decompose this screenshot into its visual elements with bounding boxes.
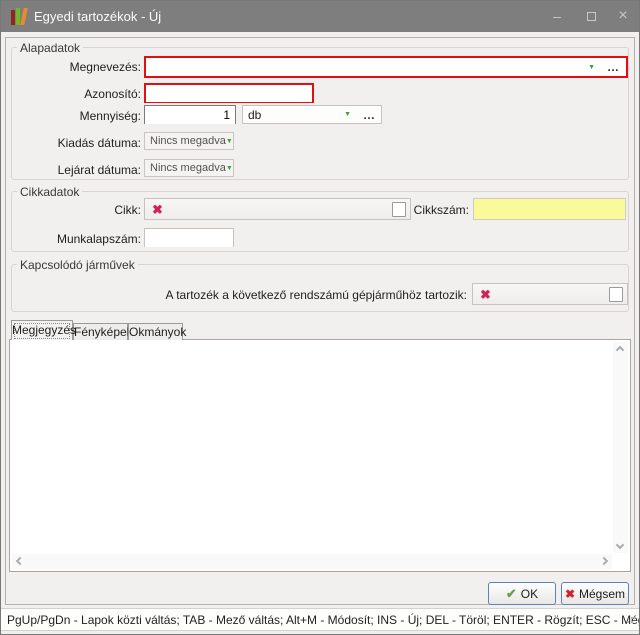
munkalapszam-label: Munkalapszám: <box>11 232 141 246</box>
dialog-window: Egyedi tartozékok - Új – × Alapadatok Me… <box>0 0 640 635</box>
azonosito-field[interactable] <box>144 83 314 103</box>
scroll-up-icon[interactable] <box>616 346 624 354</box>
cancel-button-label: Mégsem <box>579 587 625 601</box>
tab-fenykepek-label: Fényképek <box>74 324 127 339</box>
scroll-down-icon[interactable] <box>616 541 624 549</box>
cikk-label: Cikk: <box>11 203 141 217</box>
group-cikkadatok-label: Cikkadatok <box>17 185 82 199</box>
chevron-down-icon[interactable]: ▼ <box>588 64 595 71</box>
azonosito-input[interactable] <box>146 86 312 102</box>
chevron-down-icon[interactable]: ▼ <box>226 138 233 145</box>
status-text: PgUp/PgDn - Lapok közti váltás; TAB - Me… <box>7 613 640 627</box>
kiadas-datuma-label: Kiadás dátuma: <box>11 136 141 150</box>
clear-x-icon[interactable]: ✖ <box>473 288 491 301</box>
lejarat-datuma-label: Lejárat dátuma: <box>11 163 141 177</box>
unit-value: db <box>243 108 344 122</box>
group-kapcsolodo-jarmuvek-label: Kapcsolódó járművek <box>17 258 138 272</box>
status-bar: PgUp/PgDn - Lapok közti váltás; TAB - Me… <box>1 608 639 631</box>
munkalapszam-field[interactable] <box>144 228 234 247</box>
lookup-window-icon[interactable] <box>609 287 623 302</box>
tab-okmanyok-label: Okmányok <box>129 324 182 339</box>
scroll-left-icon[interactable] <box>16 557 24 565</box>
jarmu-picker[interactable]: ✖ <box>472 283 628 305</box>
titlebar[interactable]: Egyedi tartozékok - Új – × <box>1 1 639 32</box>
megnevezes-label: Megnevezés: <box>11 60 141 74</box>
vertical-scrollbar[interactable] <box>613 342 628 553</box>
megnevezes-combobox[interactable]: ▼ … <box>144 56 628 78</box>
cikkszam-field[interactable] <box>473 198 626 220</box>
window-title: Egyedi tartozékok - Új <box>34 9 161 24</box>
check-icon: ✔ <box>506 587 517 600</box>
maximize-button[interactable] <box>576 1 606 32</box>
cikkszam-label: Cikkszám: <box>351 203 469 217</box>
clear-x-icon[interactable]: ✖ <box>145 203 163 216</box>
horizontal-scrollbar[interactable] <box>12 554 612 569</box>
tab-megjegyzes-label: Megjegyzés <box>12 321 72 337</box>
tab-page-megjegyzes <box>9 339 631 572</box>
jarmu-label: A tartozék a következő rendszámú gépjárm… <box>61 288 467 302</box>
chevron-down-icon[interactable]: ▼ <box>344 111 351 118</box>
scroll-right-icon[interactable] <box>600 557 608 565</box>
kiadas-datuma-dropdown[interactable]: Nincs megadva ▼ <box>144 132 234 150</box>
unit-combobox[interactable]: db ▼ … <box>242 105 382 124</box>
resize-grip-icon[interactable] <box>631 621 633 623</box>
megjegyzes-textarea[interactable] <box>11 341 613 555</box>
lejarat-datuma-dropdown[interactable]: Nincs megadva ▼ <box>144 159 234 177</box>
lejarat-datuma-value: Nincs megadva <box>145 162 226 174</box>
cancel-button[interactable]: ✖ Mégsem <box>561 582 629 605</box>
minimize-button[interactable]: – <box>542 1 572 32</box>
munkalapszam-input[interactable] <box>145 230 233 247</box>
kiadas-datuma-value: Nincs megadva <box>145 135 226 147</box>
cikkszam-input[interactable] <box>474 199 625 219</box>
x-icon: ✖ <box>565 588 575 600</box>
app-icon <box>11 8 29 25</box>
megnevezes-browse-button[interactable]: … <box>607 61 620 73</box>
close-button[interactable]: × <box>608 1 638 32</box>
group-alapadatok-label: Alapadatok <box>17 41 83 55</box>
azonosito-label: Azonosító: <box>11 87 141 101</box>
maximize-icon <box>587 12 596 21</box>
megnevezes-input[interactable] <box>146 58 588 76</box>
tab-okmanyok[interactable]: Okmányok <box>128 323 183 340</box>
tab-fenykepek[interactable]: Fényképek <box>73 323 128 340</box>
tab-megjegyzes[interactable]: Megjegyzés <box>11 320 73 340</box>
mennyiseg-field[interactable] <box>144 105 236 124</box>
ok-button[interactable]: ✔ OK <box>488 582 556 605</box>
mennyiseg-input[interactable] <box>145 107 235 124</box>
chevron-down-icon[interactable]: ▼ <box>226 165 233 172</box>
ok-button-label: OK <box>521 587 538 601</box>
mennyiseg-label: Mennyiség: <box>11 109 141 123</box>
unit-browse-button[interactable]: … <box>363 109 376 121</box>
